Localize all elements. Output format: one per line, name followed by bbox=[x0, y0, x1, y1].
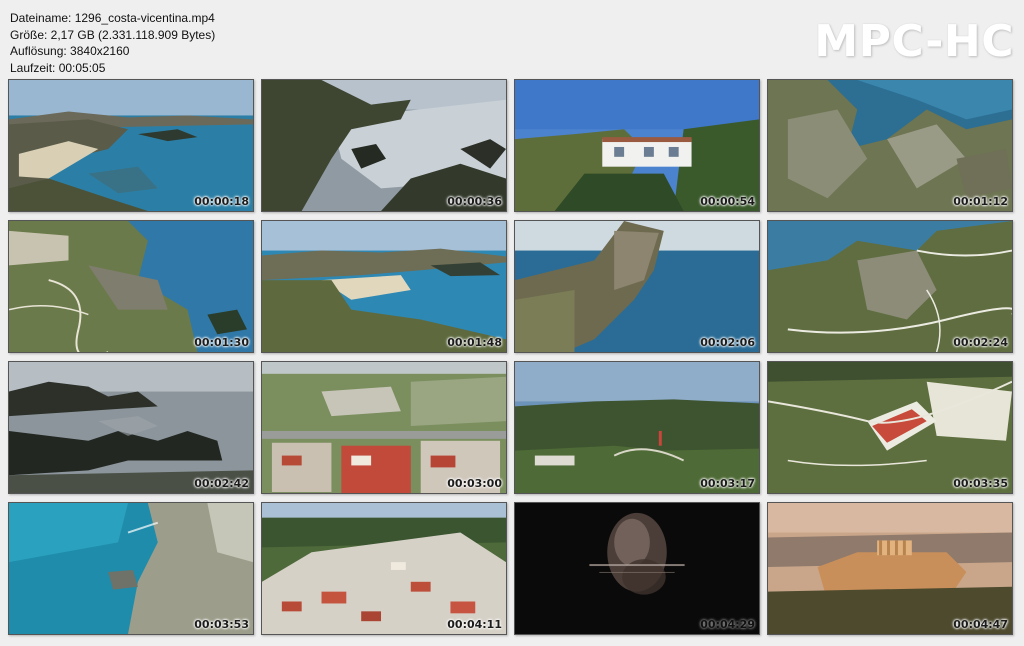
timestamp: 00:02:24 bbox=[953, 336, 1008, 349]
timestamp: 00:01:12 bbox=[953, 195, 1008, 208]
thumbnail[interactable]: 00:03:00 bbox=[261, 361, 507, 494]
thumbnail-image bbox=[262, 221, 506, 352]
thumbnail[interactable]: 00:01:30 bbox=[8, 220, 254, 353]
timestamp: 00:04:47 bbox=[953, 618, 1008, 631]
timestamp: 00:03:53 bbox=[194, 618, 249, 631]
file-resolution: Auflösung: 3840x2160 bbox=[10, 44, 130, 58]
thumbnail[interactable]: 00:00:54 bbox=[514, 79, 760, 212]
thumbnail[interactable]: 00:00:36 bbox=[261, 79, 507, 212]
timestamp: 00:03:17 bbox=[700, 477, 755, 490]
timestamp: 00:04:29 bbox=[700, 618, 755, 631]
thumbnail[interactable]: 00:02:24 bbox=[767, 220, 1013, 353]
timestamp: 00:01:48 bbox=[447, 336, 502, 349]
thumbnail-image bbox=[768, 80, 1012, 211]
thumbnail[interactable]: 00:03:17 bbox=[514, 361, 760, 494]
mpc-hc-logo: MPC-HC bbox=[814, 16, 1014, 67]
thumbnail[interactable]: 00:01:12 bbox=[767, 79, 1013, 212]
thumbnail-image bbox=[515, 362, 759, 493]
thumbnail-image bbox=[262, 503, 506, 634]
thumbnail-image bbox=[768, 362, 1012, 493]
thumbnail[interactable]: 00:02:06 bbox=[514, 220, 760, 353]
file-duration: Laufzeit: 00:05:05 bbox=[10, 60, 106, 75]
thumbnail[interactable]: 00:02:42 bbox=[8, 361, 254, 494]
thumbnail-image bbox=[9, 221, 253, 352]
thumbnail-image bbox=[768, 221, 1012, 352]
thumbnail-image bbox=[515, 80, 759, 211]
timestamp: 00:00:36 bbox=[447, 195, 502, 208]
thumbnail[interactable]: 00:04:11 bbox=[261, 502, 507, 635]
file-size: Größe: 2,17 GB (2.331.118.909 Bytes) bbox=[10, 27, 216, 42]
file-name: Dateiname: 1296_costa-vicentina.mp4 bbox=[10, 11, 215, 25]
thumbnail[interactable]: 00:01:48 bbox=[261, 220, 507, 353]
thumbnail[interactable]: 00:04:29 bbox=[514, 502, 760, 635]
thumbnail-image bbox=[515, 503, 759, 634]
timestamp: 00:01:30 bbox=[194, 336, 249, 349]
timestamp: 00:02:06 bbox=[700, 336, 755, 349]
thumbnail[interactable]: 00:03:53 bbox=[8, 502, 254, 635]
thumbnail-image bbox=[9, 362, 253, 493]
timestamp: 00:00:54 bbox=[700, 195, 755, 208]
timestamp: 00:00:18 bbox=[194, 195, 249, 208]
thumbnail[interactable]: 00:00:18 bbox=[8, 79, 254, 212]
timestamp: 00:03:35 bbox=[953, 477, 1008, 490]
thumbnail[interactable]: 00:03:35 bbox=[767, 361, 1013, 494]
timestamp: 00:04:11 bbox=[447, 618, 502, 631]
thumbnail-image bbox=[515, 221, 759, 352]
thumbnail-image bbox=[768, 503, 1012, 634]
timestamp: 00:02:42 bbox=[194, 477, 249, 490]
file-info: Dateiname: 1296_costa-vicentina.mp4 Größ… bbox=[10, 10, 215, 76]
thumbnail-image bbox=[262, 80, 506, 211]
thumbnail-image bbox=[262, 362, 506, 493]
timestamp: 00:03:00 bbox=[447, 477, 502, 490]
thumbnail[interactable]: 00:04:47 bbox=[767, 502, 1013, 635]
thumbnail-image bbox=[9, 503, 253, 634]
thumbnail-grid: 00:00:18 00:00:36 00:00:54 00:01:12 00:0… bbox=[8, 79, 1013, 635]
thumbnail-image bbox=[9, 80, 253, 211]
